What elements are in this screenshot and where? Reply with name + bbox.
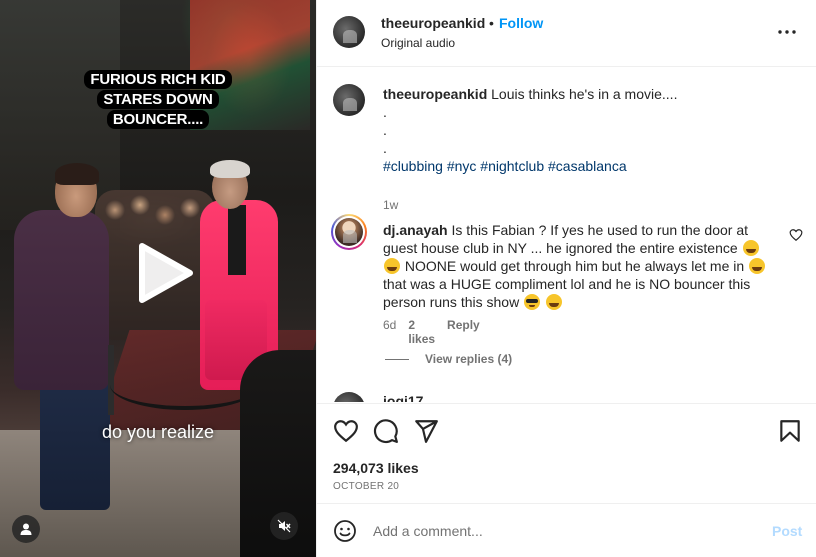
header-separator: • [489,15,494,31]
mute-button[interactable] [270,512,298,540]
emoji-icon[interactable] [333,519,357,543]
comment-input[interactable] [373,520,753,542]
comment-age[interactable]: 6d [383,318,396,346]
video-person-left [14,210,109,390]
tagged-users-button[interactable] [12,515,40,543]
post-comment-button[interactable]: Post [772,523,802,539]
comment-like-heart-icon[interactable] [789,228,803,242]
caption-dot-2: . [383,122,387,138]
comment-text-3: that was a HUGE compliment lol and he is… [383,276,751,310]
comment-avatar[interactable] [333,392,365,402]
mute-icon [277,519,291,533]
author-username[interactable]: theeuropeankid [381,15,485,31]
play-icon[interactable] [128,238,198,308]
comment-avatar[interactable] [331,214,367,250]
view-replies-button[interactable]: View replies (4) [385,352,512,366]
author-avatar[interactable] [333,16,365,48]
caption-meta: 1w [383,198,398,212]
video-person-pink-shirt [228,205,246,275]
comment-icon[interactable] [373,418,399,444]
comment-username[interactable]: jogi17 [383,393,423,402]
more-options-button[interactable] [775,20,799,44]
comment-text-2: NOONE would get through him but he alway… [404,258,745,274]
more-icon [778,30,796,34]
caption-hashtags: #clubbing #nyc #nightclub #casablanca [383,157,775,175]
caption-username[interactable]: theeuropeankid [383,86,487,102]
comment-body: dj.anayah Is this Fabian ? If yes he use… [383,221,775,311]
comment-username[interactable]: dj.anayah [383,222,448,238]
relieved-emoji-icon [545,294,562,310]
caption-text: Louis thinks he's in a movie.... [491,86,678,102]
post-actions: 294,073 likes OCTOBER 20 [317,403,816,503]
reply-button[interactable]: Reply [447,318,480,346]
user-tag-icon [20,523,32,535]
video-overlay-title-text: FURIOUS RICH KID STARES DOWN BOUNCER.... [84,70,232,129]
post-header: theeuropeankid • Follow Original audio [317,0,816,67]
caption-dot-3: . [383,140,387,156]
heart-icon[interactable] [333,418,359,444]
caption-dot-1: . [383,104,387,120]
share-icon[interactable] [413,418,439,444]
video-person-left-hair [55,163,99,185]
video-person-pink-hair [210,160,250,178]
video-overlay-title: FURIOUS RICH KID STARES DOWN BOUNCER.... [62,70,254,130]
video-subtitle: do you realize [101,422,215,442]
view-replies-label: View replies (4) [425,352,513,366]
hashtag-link[interactable]: #nightclub [480,158,544,174]
post-date[interactable]: OCTOBER 20 [333,481,399,492]
comment-composer: Post [317,503,816,557]
comment-meta: 6d 2 likes Reply [383,318,480,346]
caption-author-avatar[interactable] [333,84,365,116]
audio-link[interactable]: Original audio [381,36,455,50]
view-replies-line [385,358,409,360]
grinning-sweat-emoji-icon [749,258,766,274]
caption-age[interactable]: 1w [383,198,398,212]
reel-video[interactable]: FURIOUS RICH KID STARES DOWN BOUNCER....… [0,0,316,557]
hashtag-link[interactable]: #nyc [447,158,477,174]
save-icon[interactable] [777,418,803,444]
video-person-left-legs [40,380,110,510]
comments-list[interactable]: theeuropeankid Louis thinks he's in a mo… [317,68,816,402]
hashtag-link[interactable]: #clubbing [383,158,443,174]
caption-body: theeuropeankid Louis thinks he's in a mo… [383,85,775,175]
grinning-sweat-emoji-icon [742,240,759,256]
follow-button[interactable]: Follow [499,15,543,31]
hashtag-link[interactable]: #casablanca [548,158,627,174]
grinning-sweat-emoji-icon [384,258,400,274]
comment-likes[interactable]: 2 likes [408,318,435,346]
post-detail-pane: theeuropeankid • Follow Original audio t… [316,0,816,557]
story-ring [331,214,367,250]
likes-count[interactable]: 294,073 likes [333,460,419,476]
sunglasses-emoji-icon [524,294,541,310]
